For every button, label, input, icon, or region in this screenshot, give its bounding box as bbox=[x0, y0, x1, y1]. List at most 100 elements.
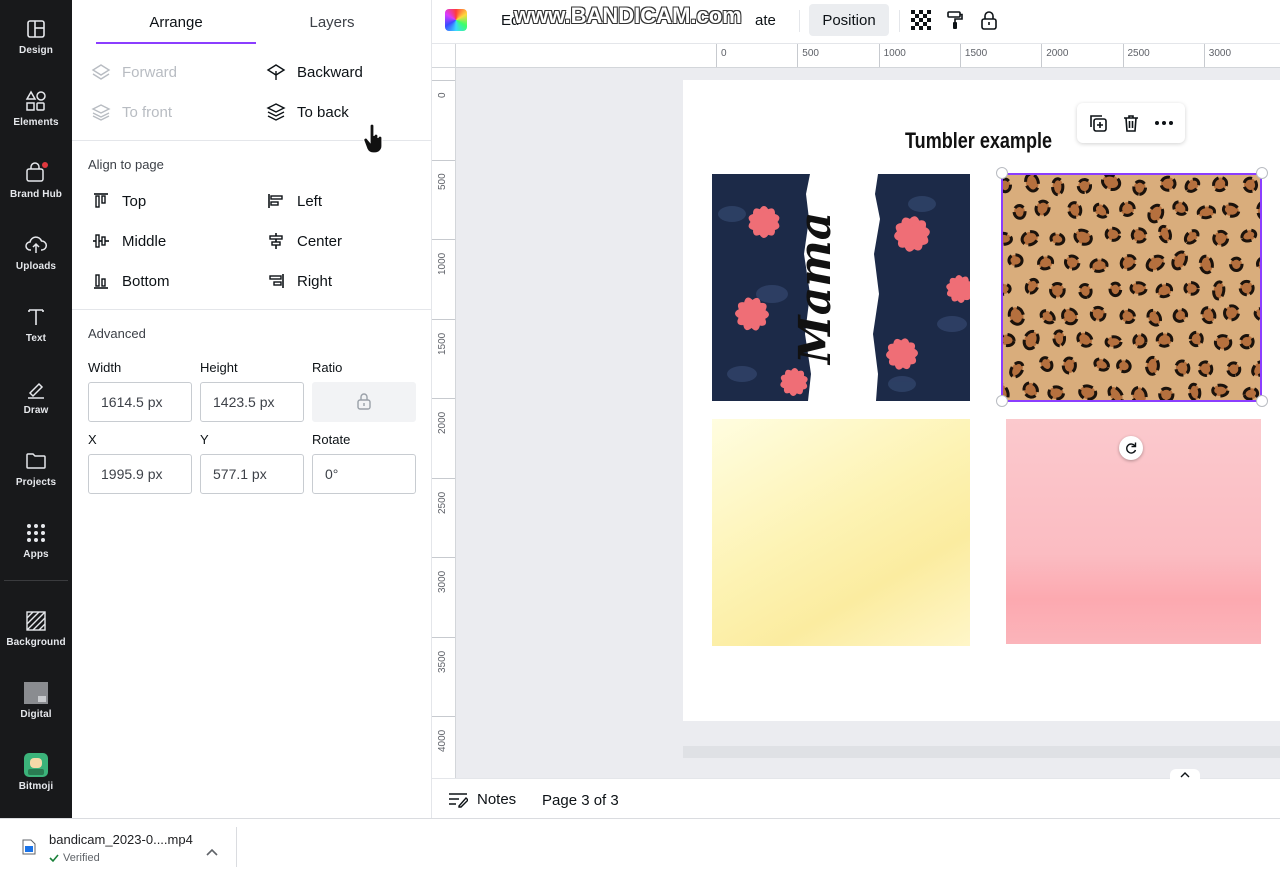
lock-icon bbox=[355, 392, 373, 413]
ruler-tick-label: 500 bbox=[437, 172, 448, 190]
tab-layers[interactable]: Layers bbox=[252, 14, 412, 31]
duplicate-icon[interactable] bbox=[1087, 112, 1109, 134]
align-center-icon bbox=[265, 230, 287, 252]
backward-button[interactable]: Backward bbox=[265, 61, 363, 83]
paint-roller-icon[interactable] bbox=[944, 9, 966, 31]
notes-label: Notes bbox=[477, 791, 517, 808]
resize-handle[interactable] bbox=[996, 395, 1008, 407]
to-front-button[interactable]: To front bbox=[90, 101, 172, 123]
align-left-icon bbox=[265, 190, 287, 212]
uploads-icon bbox=[24, 233, 48, 257]
notes-icon bbox=[448, 792, 468, 808]
ruler-tick bbox=[1122, 44, 1124, 67]
rail-item-projects[interactable]: Projects bbox=[0, 436, 72, 500]
yellow-watercolor-image[interactable] bbox=[712, 419, 970, 646]
height-field[interactable]: 1423.5 px bbox=[200, 382, 304, 422]
rail-item-digital[interactable]: Digital bbox=[0, 668, 72, 732]
to-back-icon bbox=[265, 101, 287, 123]
canvas-workspace[interactable]: 0 500 1000 1500 2000 2500 3000 3500 0 500 1000 150… bbox=[432, 44, 1280, 778]
align-right-icon bbox=[265, 270, 287, 292]
design-page[interactable]: Tumbler example Mama bbox=[683, 80, 1280, 721]
transparency-icon[interactable] bbox=[910, 9, 932, 31]
ruler-tick bbox=[797, 44, 799, 67]
download-status: Verified bbox=[49, 852, 100, 864]
ruler-tick bbox=[1203, 44, 1205, 67]
download-shelf: bandicam_2023-0....mp4 Verified bbox=[0, 818, 1280, 872]
forward-button[interactable]: Forward bbox=[90, 61, 177, 83]
animate-button[interactable]: ate bbox=[755, 12, 776, 29]
download-filename[interactable]: bandicam_2023-0....mp4 bbox=[49, 832, 193, 847]
ruler-tick bbox=[1041, 44, 1043, 67]
background-icon bbox=[24, 609, 48, 633]
rail-label: Background bbox=[6, 636, 66, 648]
y-field[interactable]: 577.1 px bbox=[200, 454, 304, 494]
rail-item-brand-hub[interactable]: Brand Hub bbox=[0, 148, 72, 212]
lock-icon[interactable] bbox=[978, 9, 1000, 31]
rail-item-background[interactable]: Background bbox=[0, 596, 72, 660]
rail-item-uploads[interactable]: Uploads bbox=[0, 220, 72, 284]
trash-icon[interactable] bbox=[1120, 112, 1142, 134]
page-title-text[interactable]: Tumbler example bbox=[905, 128, 1052, 154]
selection-box bbox=[1001, 173, 1262, 402]
ratio-lock-button[interactable] bbox=[312, 382, 416, 422]
chevron-up-icon[interactable] bbox=[1170, 769, 1200, 781]
x-field[interactable]: 1995.9 px bbox=[88, 454, 192, 494]
rail-label: Digital bbox=[20, 708, 52, 720]
ruler-tick-label: 4000 bbox=[437, 729, 448, 752]
to-front-label: To front bbox=[122, 103, 173, 121]
width-field[interactable]: 1614.5 px bbox=[88, 382, 192, 422]
position-label: Position bbox=[822, 11, 876, 29]
width-label: Width bbox=[88, 360, 122, 375]
rail-label: Uploads bbox=[15, 260, 57, 272]
rail-item-elements[interactable]: Elements bbox=[0, 76, 72, 140]
chevron-up-icon[interactable] bbox=[206, 843, 218, 861]
align-center-label: Center bbox=[297, 232, 343, 250]
rail-item-design[interactable]: Design bbox=[0, 4, 72, 68]
ruler-tick-label: 2500 bbox=[437, 491, 448, 514]
align-left-button[interactable]: Left bbox=[265, 190, 322, 212]
rail-item-apps[interactable]: Apps bbox=[0, 508, 72, 572]
align-right-button[interactable]: Right bbox=[265, 270, 332, 292]
rotate-label: Rotate bbox=[312, 432, 351, 447]
ruler-tick-label: 2000 bbox=[1046, 48, 1069, 59]
resize-handle[interactable] bbox=[1256, 167, 1268, 179]
rail-divider bbox=[4, 580, 68, 581]
notes-button[interactable]: Notes bbox=[448, 791, 516, 808]
rail-label: Draw bbox=[23, 404, 49, 416]
horizontal-scrollbar[interactable] bbox=[683, 746, 1280, 758]
x-label: X bbox=[88, 432, 97, 447]
position-button[interactable]: Position bbox=[809, 4, 889, 36]
rotate-field[interactable]: 0° bbox=[312, 454, 416, 494]
arrange-panel: Arrange Layers Forward Backward To front… bbox=[72, 0, 432, 818]
align-right-label: Right bbox=[297, 272, 333, 290]
floral-mama-image[interactable]: Mama bbox=[712, 174, 970, 401]
rail-item-draw[interactable]: Draw bbox=[0, 364, 72, 428]
rail-item-text[interactable]: Text bbox=[0, 292, 72, 356]
to-back-button[interactable]: To back bbox=[265, 101, 349, 123]
ruler-tick-label: 1000 bbox=[437, 252, 448, 275]
resize-handle[interactable] bbox=[1256, 395, 1268, 407]
page-counter[interactable]: Page 3 of 3 bbox=[542, 792, 619, 809]
color-picker-icon[interactable] bbox=[445, 9, 467, 31]
tab-arrange[interactable]: Arrange bbox=[96, 14, 256, 31]
ruler-tick-label: 2500 bbox=[1127, 48, 1150, 59]
align-left-label: Left bbox=[297, 192, 323, 210]
ruler-tick bbox=[432, 159, 455, 161]
ruler-tick-label: 1500 bbox=[437, 332, 448, 355]
rotate-icon[interactable] bbox=[1119, 436, 1143, 460]
divider bbox=[72, 309, 432, 310]
align-center-button[interactable]: Center bbox=[265, 230, 342, 252]
design-icon bbox=[24, 17, 48, 41]
resize-handle[interactable] bbox=[996, 167, 1008, 179]
elements-icon bbox=[24, 89, 48, 113]
align-bottom-button[interactable]: Bottom bbox=[90, 270, 170, 292]
more-options-icon[interactable] bbox=[1153, 112, 1175, 134]
rail-label: Bitmoji bbox=[18, 780, 54, 792]
ruler-tick-label: 500 bbox=[802, 48, 819, 59]
ruler-tick bbox=[432, 557, 455, 558]
rail-item-bitmoji[interactable]: Bitmoji bbox=[0, 740, 72, 804]
align-middle-button[interactable]: Middle bbox=[90, 230, 166, 252]
align-top-button[interactable]: Top bbox=[90, 190, 146, 212]
rail-label: Projects bbox=[15, 476, 57, 488]
ruler-tick-label: 1500 bbox=[964, 48, 988, 59]
